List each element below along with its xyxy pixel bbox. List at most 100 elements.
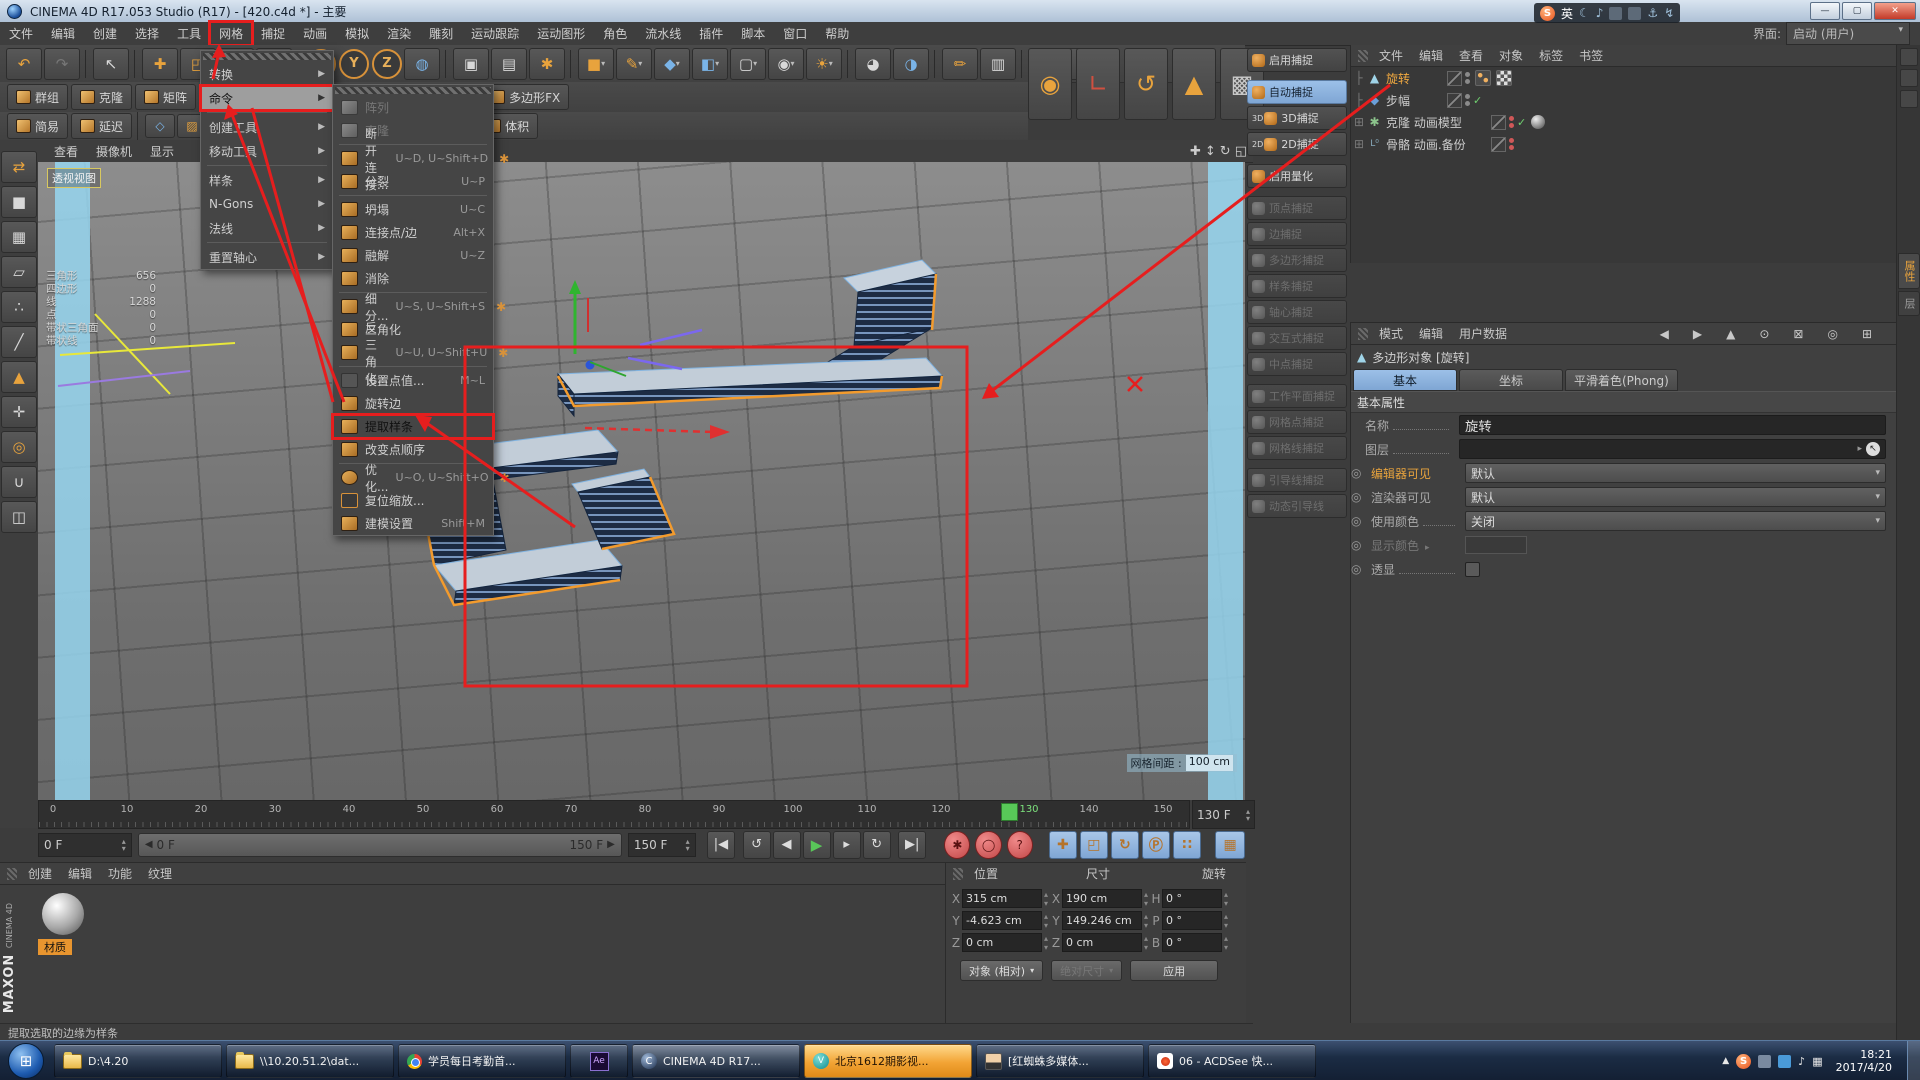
mesh-menu-move-tools[interactable]: 移动工具▶: [201, 139, 333, 163]
taskbar-clock[interactable]: 18:21 2017/4/20: [1836, 1048, 1892, 1074]
layer-toggle[interactable]: [1491, 115, 1506, 130]
add-generator-menu[interactable]: ◆▾: [654, 48, 690, 80]
snap-spline-button[interactable]: 样条捕捉: [1247, 274, 1347, 298]
basic-properties-section[interactable]: 基本属性: [1351, 391, 1896, 413]
add-cube-menu[interactable]: ■▾: [578, 48, 614, 80]
rot-b-input[interactable]: [1162, 933, 1222, 952]
keyframe-radio[interactable]: ◎: [1351, 490, 1365, 504]
panel-grip[interactable]: [7, 868, 17, 880]
close-button[interactable]: ✕: [1874, 2, 1916, 20]
object-mode-dropdown[interactable]: 对象 (相对)▾: [960, 960, 1043, 981]
layer-picker-icon[interactable]: ↖: [1866, 442, 1880, 456]
dock-icon-2[interactable]: [1900, 69, 1918, 87]
keyframe-presets-button[interactable]: ▦: [1215, 831, 1245, 859]
render-dot[interactable]: [1465, 101, 1470, 106]
start-frame-spinner[interactable]: 0 F▴▾: [38, 833, 132, 857]
mesh-menu-spline[interactable]: 样条▶: [201, 168, 333, 192]
rot-h-input[interactable]: [1162, 889, 1222, 908]
viewport-label[interactable]: 透视视图: [47, 168, 101, 188]
snap-midpoint-button[interactable]: 中点捕捉: [1247, 352, 1347, 376]
viewport-zoom-icon[interactable]: ↕: [1205, 144, 1216, 159]
snap-axis-button[interactable]: 轴心捕捉: [1247, 300, 1347, 324]
network-icon[interactable]: ▦: [1812, 1055, 1822, 1068]
ime-lang[interactable]: 英: [1561, 5, 1573, 22]
cmd-set-point-value[interactable]: 设置点值...M~L: [333, 369, 493, 392]
xray-checkbox[interactable]: [1465, 562, 1480, 577]
pos-y-input[interactable]: [962, 911, 1042, 930]
keyframe-radio[interactable]: ◎: [1351, 466, 1365, 480]
menu-edit[interactable]: 编辑: [42, 22, 84, 45]
snap-guide-button[interactable]: 引导线捕捉: [1247, 468, 1347, 492]
render-dot[interactable]: [1509, 123, 1514, 128]
snap-auto-button[interactable]: 自动捕捉: [1247, 80, 1347, 104]
om-menu-edit[interactable]: 编辑: [1411, 45, 1451, 66]
wrench-icon[interactable]: ↯: [1664, 6, 1674, 20]
render-settings-button[interactable]: ✱: [529, 48, 565, 80]
expand-icon[interactable]: ⊞: [1351, 137, 1367, 151]
mat-menu-create[interactable]: 创建: [20, 863, 60, 884]
coordinate-system-button[interactable]: ◍: [404, 48, 440, 80]
tray-sogou-icon[interactable]: S: [1736, 1054, 1751, 1069]
mesh-menu-ngons[interactable]: N-Gons▶: [201, 192, 333, 216]
mograph-group-button[interactable]: 群组: [7, 84, 68, 110]
layer-toggle[interactable]: [1447, 71, 1462, 86]
lock-z-button[interactable]: Z: [372, 49, 402, 79]
cmd-triangulate[interactable]: 三角化: [333, 318, 493, 341]
om-menu-bookmarks[interactable]: 书签: [1571, 45, 1611, 66]
enabled-check[interactable]: ✓: [1517, 116, 1526, 129]
key-parameter-toggle[interactable]: Ⓟ: [1142, 831, 1170, 859]
panel-grip[interactable]: [1358, 328, 1368, 340]
make-editable-icon[interactable]: ⇄: [1, 151, 37, 183]
polygons-mode-icon[interactable]: ▲: [1, 361, 37, 393]
goto-start-button[interactable]: |◀: [707, 831, 735, 859]
snap-intersection-button[interactable]: 交互式捕捉: [1247, 326, 1347, 350]
keyframe-radio[interactable]: ◎: [1351, 562, 1365, 576]
minimize-button[interactable]: —: [1810, 2, 1840, 20]
viewport-pan-icon[interactable]: ✚: [1190, 144, 1201, 159]
object-row-step[interactable]: ├◆ 步幅 ✓: [1351, 89, 1896, 111]
toolbox-icon[interactable]: [1628, 7, 1641, 20]
search-icon[interactable]: ⊙: [1751, 325, 1777, 343]
menu-render[interactable]: 渲染: [378, 22, 420, 45]
gear-icon[interactable]: ✱: [499, 152, 509, 166]
viewport-menu-camera[interactable]: 摄像机: [88, 141, 140, 162]
tray-icon-2[interactable]: [1778, 1055, 1791, 1068]
panel-grip[interactable]: [953, 868, 963, 880]
tab-basic[interactable]: 基本: [1353, 369, 1457, 391]
snap-enable-button[interactable]: 启用捕捉: [1247, 48, 1347, 72]
menu-snap[interactable]: 捕捉: [252, 22, 294, 45]
tab-attributes-vertical[interactable]: 属性: [1898, 253, 1920, 289]
points-mode-icon[interactable]: ∴: [1, 291, 37, 323]
show-desktop-button[interactable]: [1907, 1041, 1920, 1080]
menu-create[interactable]: 创建: [84, 22, 126, 45]
tearoff-handle[interactable]: [203, 53, 331, 60]
menu-pipeline[interactable]: 流水线: [636, 22, 690, 45]
mesh-menu-create-tools[interactable]: 创建工具▶: [201, 115, 333, 139]
menu-sculpt[interactable]: 雕刻: [420, 22, 462, 45]
viewport-menu-view[interactable]: 查看: [46, 141, 86, 162]
viewport-toggle-icon[interactable]: ◱: [1235, 144, 1247, 159]
tab-phong[interactable]: 平滑着色(Phong): [1565, 369, 1678, 391]
snap-3d-button[interactable]: 3D3D捕捉: [1247, 106, 1347, 130]
expand-icon[interactable]: ⊞: [1351, 115, 1367, 129]
maximize-button[interactable]: ▢: [1842, 2, 1872, 20]
sogou-icon[interactable]: S: [1540, 6, 1555, 21]
undo-button[interactable]: ↶: [6, 48, 42, 80]
goto-end-button[interactable]: ▶|: [898, 831, 926, 859]
new-window-icon[interactable]: ⊞: [1854, 325, 1880, 343]
axis-triangle-icon[interactable]: ▲: [1172, 48, 1216, 120]
menu-tools[interactable]: 工具: [168, 22, 210, 45]
editor-visibility-dropdown[interactable]: 默认▾: [1465, 463, 1886, 483]
render-picture-viewer-button[interactable]: ▤: [491, 48, 527, 80]
next-frame-button[interactable]: ▸: [833, 831, 861, 859]
cmd-disconnect[interactable]: 断开连接...U~D, U~Shift+D✱: [333, 147, 493, 170]
snap-2d-button[interactable]: 2D2D捕捉: [1247, 132, 1347, 156]
dock-icon-1[interactable]: [1900, 48, 1918, 66]
menu-motion-tracker[interactable]: 运动跟踪: [462, 22, 528, 45]
name-input[interactable]: [1459, 415, 1886, 435]
loop-button[interactable]: ↻: [863, 831, 891, 859]
taskbar-media-player[interactable]: V北京1612期影视...: [804, 1044, 972, 1078]
optimize-recycle-icon[interactable]: ↺: [1124, 48, 1168, 120]
volume-icon[interactable]: ♪: [1798, 1055, 1805, 1068]
render-visibility-dropdown[interactable]: 默认▾: [1465, 487, 1886, 507]
